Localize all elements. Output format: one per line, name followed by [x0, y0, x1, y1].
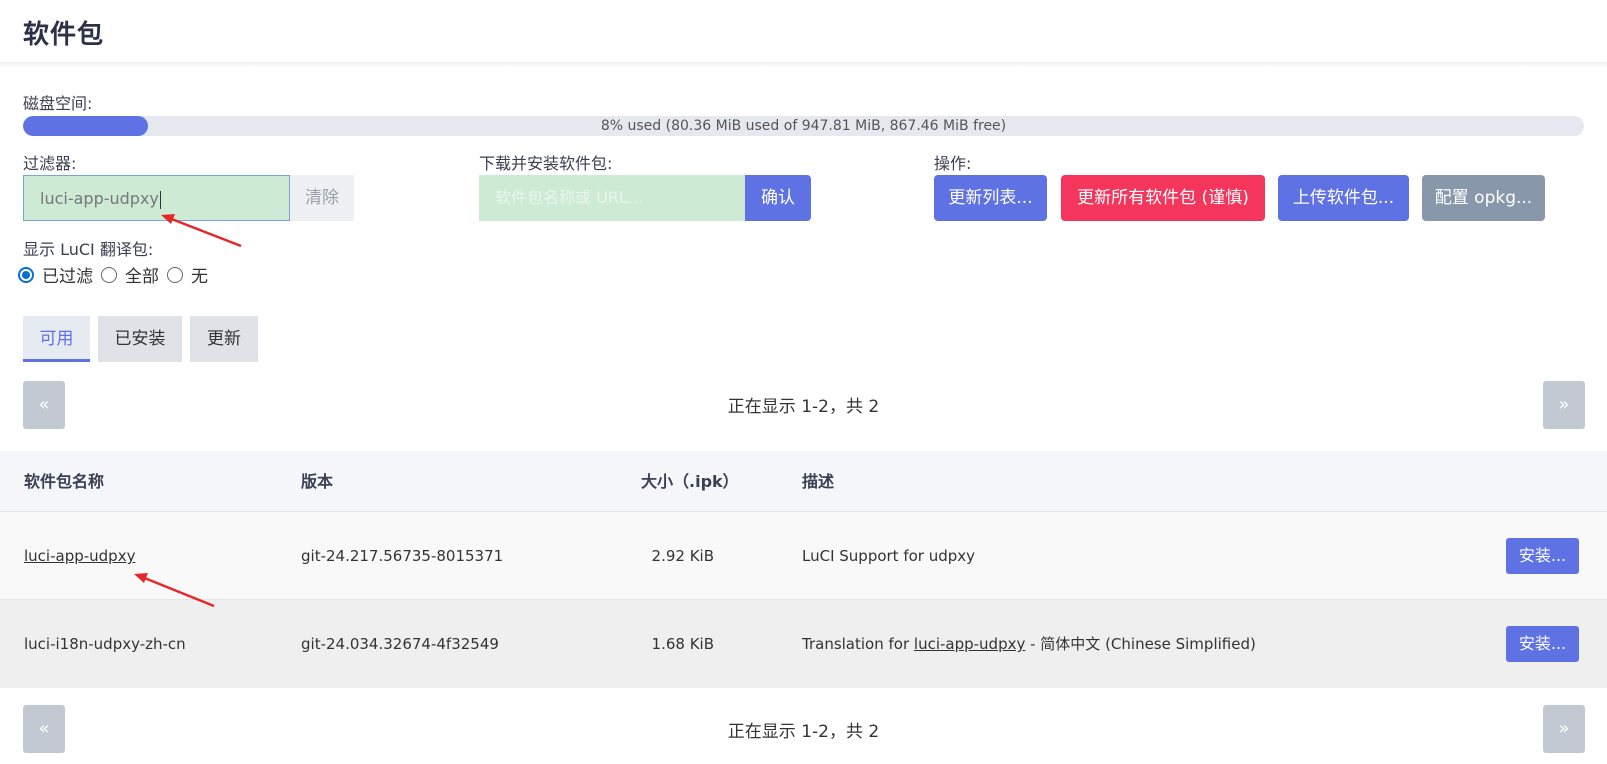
tab-installed[interactable]: 已安装 — [98, 316, 182, 362]
tab-available[interactable]: 可用 — [23, 316, 90, 362]
package-version: git-24.217.56735-8015371 — [301, 547, 504, 565]
page-title: 软件包 — [23, 20, 105, 50]
filter-label: 过滤器: — [23, 154, 77, 173]
package-size: 2.92 KiB — [651, 547, 714, 565]
description-package-link[interactable]: luci-app-udpxy — [914, 635, 1025, 653]
upgrade-all-button[interactable]: 更新所有软件包 (谨慎) — [1061, 175, 1265, 221]
package-size: 1.68 KiB — [651, 635, 714, 653]
text-caret — [159, 190, 161, 209]
download-install-label: 下载并安装软件包: — [479, 154, 613, 173]
radio-filtered-label: 已过滤 — [42, 267, 93, 287]
pager-status: 正在显示 1-2，共 2 — [727, 397, 880, 417]
title-divider — [0, 62, 1607, 68]
radio-filtered[interactable] — [18, 266, 34, 283]
package-url-input[interactable]: 软件包名称或 URL... — [479, 175, 745, 221]
header-version: 版本 — [301, 472, 334, 491]
package-name-link[interactable]: luci-app-udpxy — [24, 512, 135, 600]
package-description: Translation for luci-app-udpxy - 简体中文 (C… — [802, 600, 1256, 688]
actions-label: 操作: — [934, 154, 972, 173]
description-prefix: Translation for — [802, 635, 914, 653]
install-button[interactable]: 安装... — [1506, 538, 1579, 574]
confirm-install-button[interactable]: 确认 — [745, 175, 811, 221]
disk-usage-bar: 8% used (80.36 MiB used of 947.81 MiB, 8… — [23, 116, 1584, 136]
header-size: 大小（.ipk） — [641, 472, 739, 491]
clear-filter-button[interactable]: 清除 — [290, 175, 354, 221]
disk-usage-text: 8% used (80.36 MiB used of 947.81 MiB, 8… — [600, 118, 1007, 134]
disk-space-label: 磁盘空间: — [23, 94, 93, 113]
pager-status-bottom: 正在显示 1-2，共 2 — [727, 722, 880, 742]
package-description: LuCI Support for udpxy — [802, 547, 976, 565]
upload-package-button[interactable]: 上传软件包... — [1278, 175, 1409, 221]
header-description: 描述 — [802, 472, 835, 491]
radio-all[interactable] — [101, 266, 117, 283]
translations-label: 显示 LuCI 翻译包: — [23, 240, 154, 259]
install-button[interactable]: 安装... — [1506, 626, 1579, 662]
radio-none-label: 无 — [191, 267, 208, 287]
filter-input-value: luci-app-udpxy — [40, 189, 159, 208]
tab-updates[interactable]: 更新 — [190, 316, 258, 362]
annotation-arrow-icon — [161, 214, 242, 248]
radio-all-label: 全部 — [125, 267, 159, 287]
package-name: luci-i18n-udpxy-zh-cn — [24, 635, 186, 653]
header-package-name: 软件包名称 — [24, 472, 105, 491]
table-row: luci-app-udpxy git-24.217.56735-8015371 … — [0, 512, 1607, 600]
annotation-arrow-icon — [134, 573, 215, 608]
pager-next-button-bottom[interactable]: » — [1543, 705, 1585, 753]
update-lists-button[interactable]: 更新列表... — [934, 175, 1047, 221]
description-suffix: - 简体中文 (Chinese Simplified) — [1025, 635, 1256, 653]
table-row: luci-i18n-udpxy-zh-cn git-24.034.32674-4… — [0, 600, 1607, 688]
configure-opkg-button[interactable]: 配置 opkg... — [1422, 175, 1545, 221]
package-version: git-24.034.32674-4f32549 — [301, 635, 499, 653]
table-header: 软件包名称 版本 大小（.ipk） 描述 — [0, 451, 1607, 512]
pager-next-button[interactable]: » — [1543, 381, 1585, 429]
translations-radio-group: 已过滤 全部 无 — [18, 262, 216, 287]
radio-none[interactable] — [167, 266, 183, 283]
